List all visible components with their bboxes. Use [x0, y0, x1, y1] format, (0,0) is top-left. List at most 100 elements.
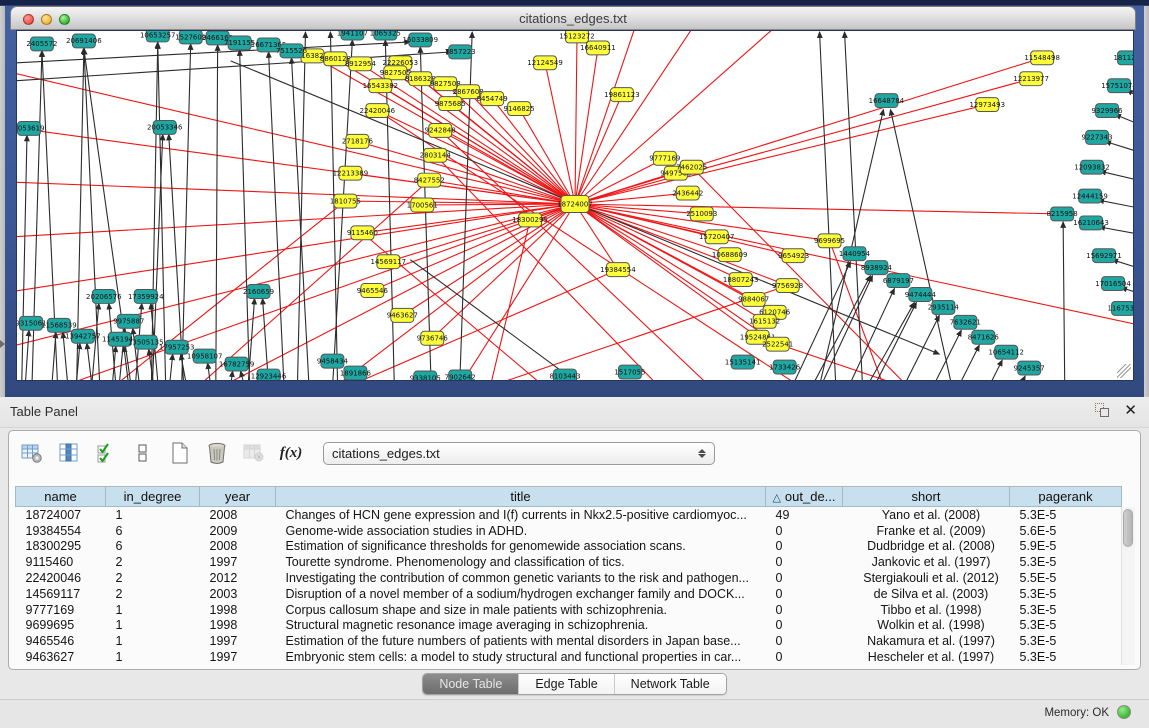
graph-node[interactable]: 20206576 — [86, 290, 122, 304]
cell-in_degree[interactable]: 2 — [106, 554, 200, 570]
graph-node[interactable]: 7632621 — [950, 315, 981, 329]
close-panel-button[interactable]: ✕ — [1124, 401, 1137, 419]
cell-year[interactable]: 2003 — [200, 586, 276, 602]
graph-node[interactable]: 2053619 — [17, 121, 45, 135]
graph-node[interactable]: 7902642 — [445, 370, 476, 380]
column-header-year[interactable]: year — [200, 487, 276, 507]
window-resize-grip[interactable] — [1117, 364, 1131, 378]
graph-node[interactable]: 1700561 — [407, 198, 438, 212]
cell-out_degree[interactable]: 0 — [766, 523, 843, 539]
cell-pagerank[interactable]: 5.3E-5 — [1010, 507, 1122, 523]
table-source-select[interactable]: citations_edges.txt — [323, 442, 715, 465]
cell-short[interactable]: Tibbo et al. (1998) — [843, 602, 1010, 618]
cell-name[interactable]: 18724007 — [16, 507, 106, 523]
cell-short[interactable]: Jankovic et al. (1997) — [843, 554, 1010, 570]
cell-pagerank[interactable]: 5.5E-5 — [1010, 570, 1122, 586]
cell-short[interactable]: Franke et al. (2009) — [843, 523, 1010, 539]
cell-name[interactable]: 22420046 — [16, 570, 106, 586]
graph-node[interactable]: 9242848 — [425, 123, 456, 137]
cell-title[interactable]: Estimation of significance thresholds fo… — [276, 539, 766, 555]
graph-edge[interactable] — [873, 315, 939, 380]
cell-year[interactable]: 2009 — [200, 523, 276, 539]
graph-node[interactable]: 10654112 — [988, 345, 1024, 359]
graph-node[interactable]: 7515526 — [276, 44, 307, 58]
cell-title[interactable]: Tourette syndrome. Phenomenology and cla… — [276, 554, 766, 570]
table-row[interactable]: 1938455462009Genome-wide association stu… — [16, 523, 1122, 539]
graph-node[interactable]: 9975887 — [113, 314, 144, 328]
graph-edge[interactable] — [575, 79, 1031, 204]
graph-node[interactable]: 15751074 — [1101, 79, 1133, 93]
cell-pagerank[interactable]: 5.3E-5 — [1010, 554, 1122, 570]
cell-name[interactable]: 9115460 — [16, 554, 106, 570]
table-settings-button[interactable] — [19, 440, 45, 466]
graph-node[interactable]: 9654923 — [778, 249, 809, 263]
cell-name[interactable]: 14569117 — [16, 586, 106, 602]
cell-in_degree[interactable]: 6 — [106, 523, 200, 539]
graph-node[interactable]: 8912954 — [345, 57, 377, 71]
column-header-out_degree[interactable]: △out_de... — [766, 487, 843, 507]
graph-edge[interactable] — [158, 43, 166, 380]
cell-year[interactable]: 1998 — [200, 618, 276, 634]
cell-short[interactable]: Yano et al. (2008) — [843, 507, 1010, 523]
graph-node[interactable]: 6879197 — [883, 274, 914, 288]
graph-edge[interactable] — [1100, 171, 1133, 185]
cell-out_degree[interactable]: 0 — [766, 649, 843, 665]
graph-edge[interactable] — [216, 45, 218, 380]
function-builder-button[interactable]: f(x) — [278, 440, 304, 466]
graph-edge[interactable] — [1063, 222, 1065, 380]
graph-edge[interactable] — [49, 332, 56, 380]
cell-short[interactable]: Nakamura et al. (1997) — [843, 633, 1010, 649]
graph-node[interactable]: 2935114 — [928, 300, 960, 314]
graph-node[interactable]: 9227343 — [1082, 130, 1113, 144]
graph-node[interactable]: 12973493 — [969, 98, 1005, 112]
graph-node[interactable]: 12923446 — [251, 369, 287, 380]
graph-node[interactable]: 9458434 — [317, 354, 349, 368]
graph-node[interactable]: 1810755 — [330, 194, 361, 208]
graph-node[interactable]: 8103443 — [549, 369, 580, 380]
column-header-pagerank[interactable]: pagerank — [1010, 487, 1122, 507]
graph-node[interactable]: 1811234 — [1113, 51, 1133, 65]
graph-node[interactable]: 16543382 — [363, 79, 399, 93]
graph-node[interactable]: 10653257 — [140, 31, 176, 42]
cell-title[interactable]: Changes of HCN gene expression and I(f) … — [276, 507, 766, 523]
cell-pagerank[interactable]: 5.6E-5 — [1010, 523, 1122, 539]
cell-name[interactable]: 9463627 — [16, 649, 106, 665]
graph-node[interactable]: 9756928 — [772, 279, 803, 293]
graph-edge[interactable] — [226, 371, 233, 380]
graph-edge[interactable] — [575, 58, 1042, 204]
graph-node[interactable]: 18807243 — [723, 273, 759, 287]
cell-year[interactable]: 2008 — [200, 507, 276, 523]
cell-name[interactable]: 19384554 — [16, 523, 106, 539]
cell-title[interactable]: Disruption of a novel member of a sodium… — [276, 586, 766, 602]
network-view[interactable]: 7163822886012889129542222605398275058186… — [16, 30, 1134, 381]
cell-short[interactable]: Dudbridge et al. (2008) — [843, 539, 1010, 555]
cell-pagerank[interactable]: 5.3E-5 — [1010, 633, 1122, 649]
graph-node[interactable]: 9338105 — [410, 371, 441, 380]
graph-node[interactable]: 8471626 — [968, 330, 999, 344]
cell-year[interactable]: 2012 — [200, 570, 276, 586]
select-rows-button[interactable] — [93, 440, 119, 466]
graph-edge[interactable] — [23, 330, 29, 380]
graph-node[interactable]: 22420046 — [360, 104, 396, 118]
cell-name[interactable]: 9465546 — [16, 633, 106, 649]
graph-node[interactable]: 12213389 — [333, 166, 369, 180]
scrollbar-thumb[interactable] — [1123, 509, 1133, 547]
graph-edge[interactable] — [380, 86, 575, 204]
graph-node[interactable]: 9329966 — [1091, 104, 1122, 118]
graph-edge[interactable] — [1105, 141, 1133, 158]
graph-node[interactable]: 2510093 — [686, 207, 717, 221]
graph-node[interactable]: 12124549 — [527, 56, 563, 70]
tab-node-table[interactable]: Node Table — [423, 674, 518, 694]
cell-out_degree[interactable]: 0 — [766, 554, 843, 570]
graph-node[interactable]: 9463627 — [387, 308, 418, 322]
cell-in_degree[interactable]: 2 — [106, 570, 200, 586]
graph-edge[interactable] — [890, 110, 961, 380]
cell-short[interactable]: Wolkin et al. (1998) — [843, 618, 1010, 634]
graph-node[interactable]: 16648784 — [869, 94, 905, 108]
cell-name[interactable]: 18300295 — [16, 539, 106, 555]
graph-edge[interactable] — [790, 276, 871, 380]
graph-node[interactable]: 10688609 — [712, 248, 748, 262]
cell-out_degree[interactable]: 0 — [766, 633, 843, 649]
cell-title[interactable]: Estimation of the future numbers of pati… — [276, 633, 766, 649]
table-row[interactable]: 2242004622012Investigating the contribut… — [16, 570, 1122, 586]
